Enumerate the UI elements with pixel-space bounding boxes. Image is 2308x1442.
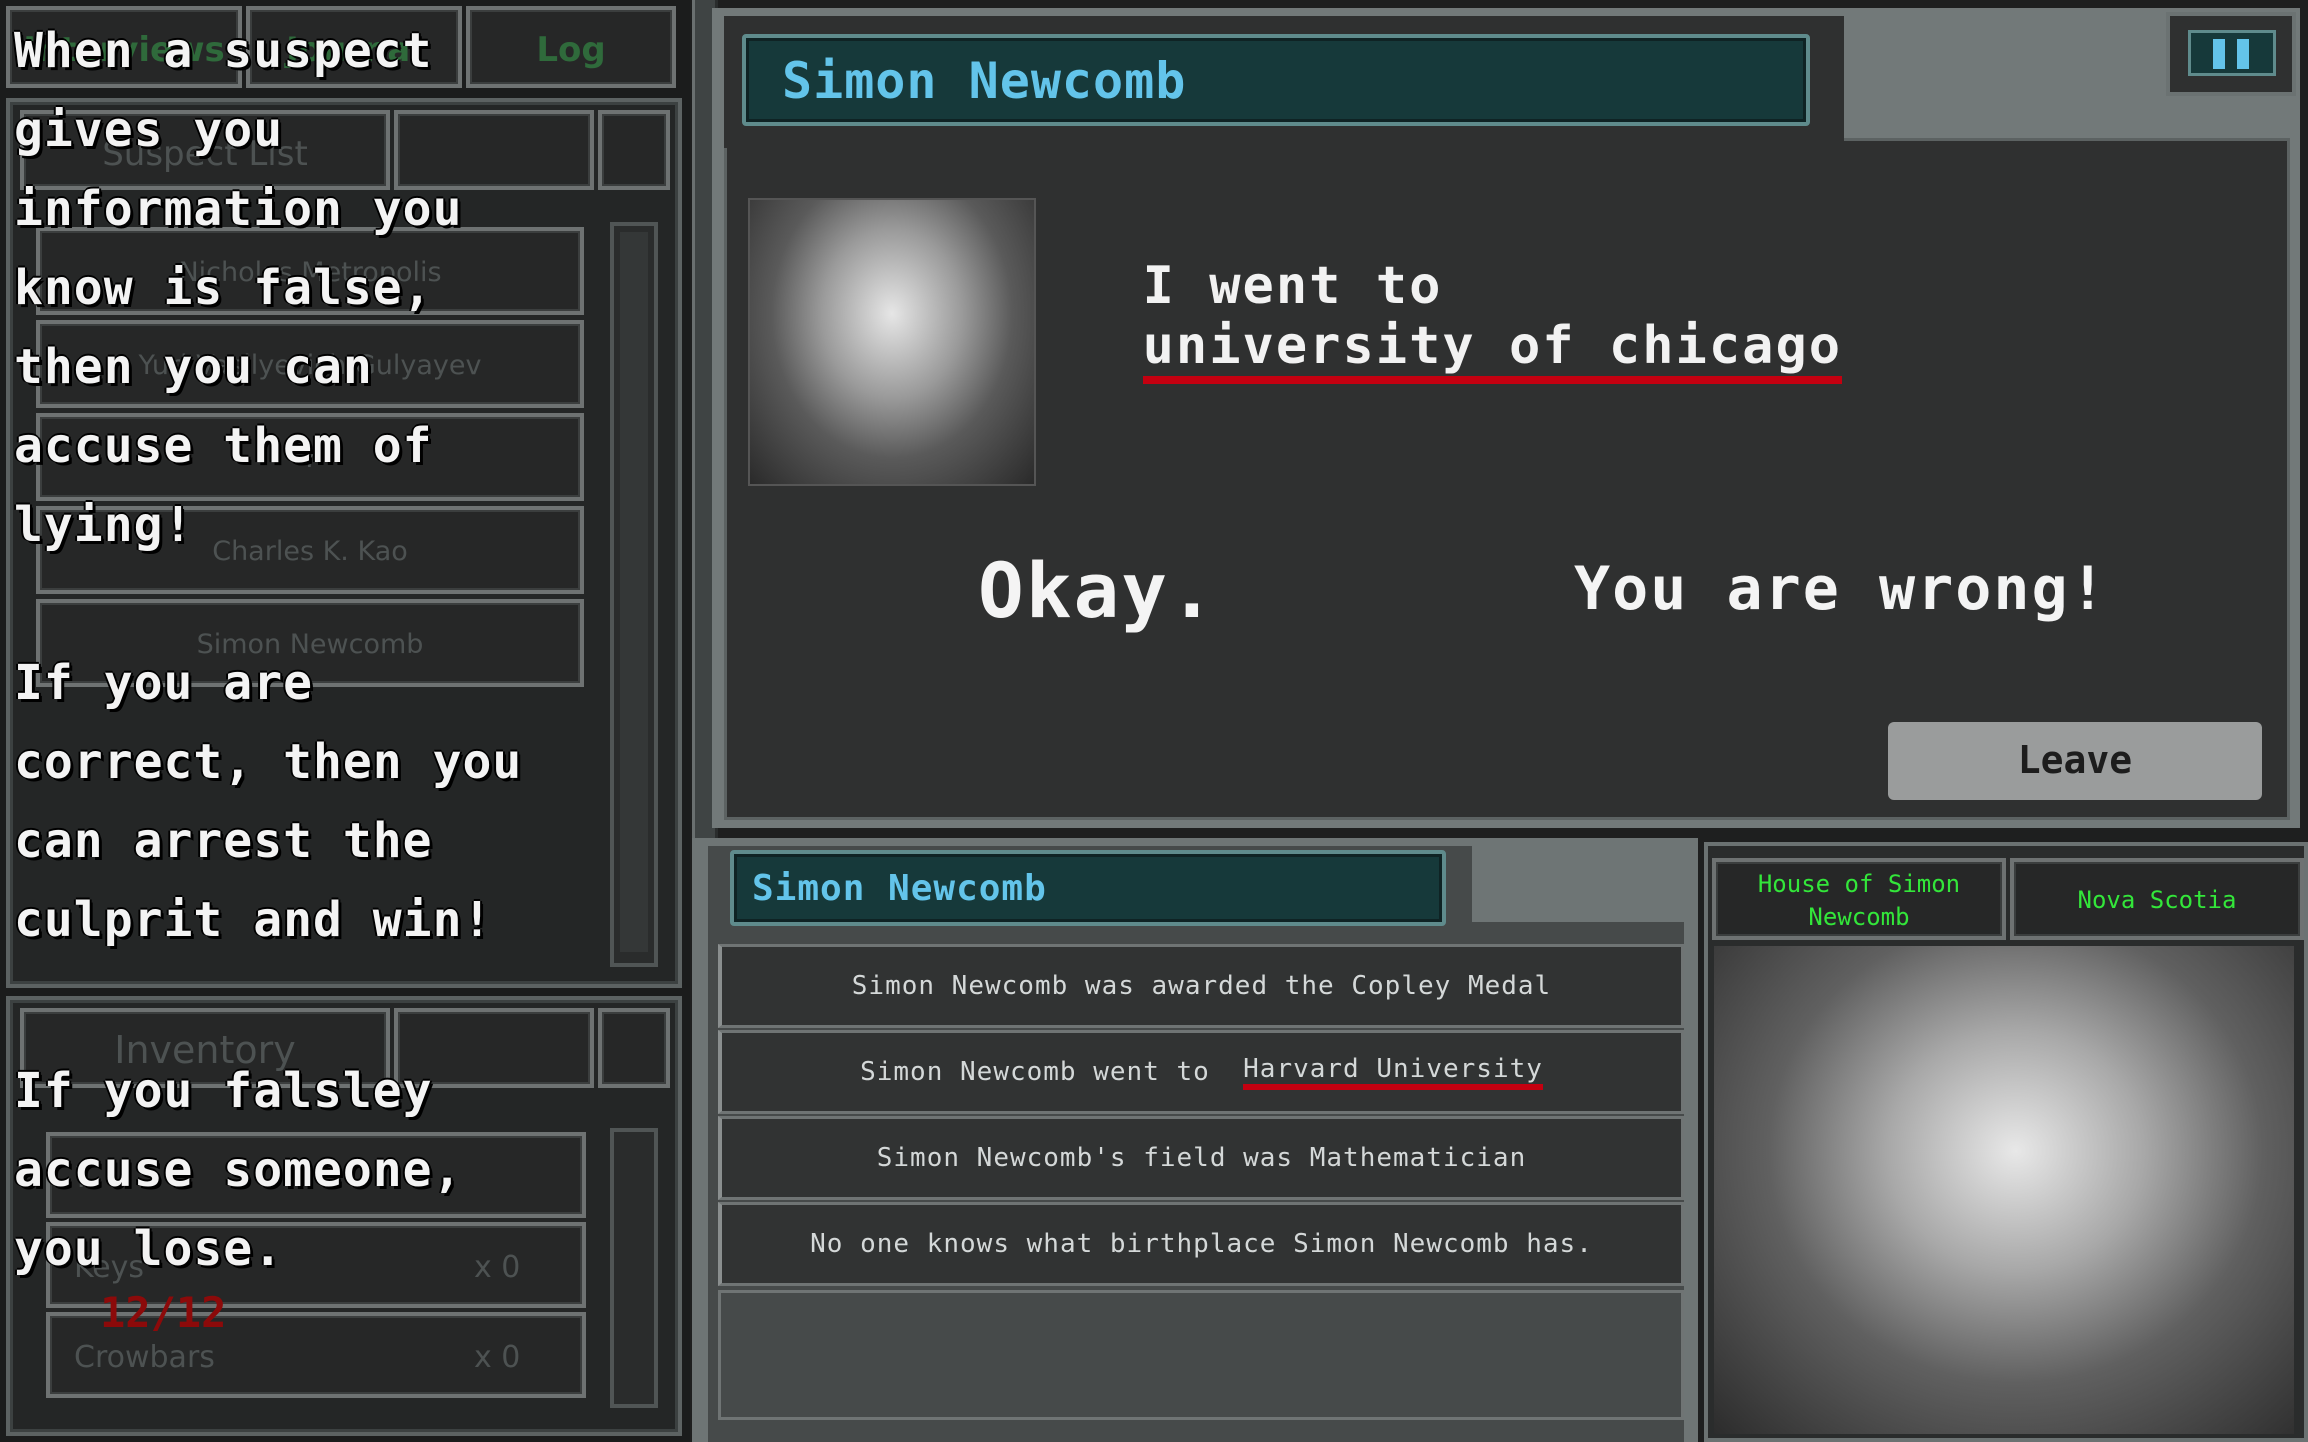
tutorial-line: information you (14, 181, 463, 237)
tutorial-line: accuse them of (14, 418, 433, 474)
speaker-portrait (748, 198, 1036, 486)
location-portrait (1714, 946, 2294, 1434)
tutorial-line: lying! (14, 497, 194, 553)
clue-item[interactable]: Simon Newcomb was awarded the Copley Med… (718, 944, 1684, 1028)
tutorial-line: If you are (14, 655, 313, 711)
clue-item[interactable]: No one knows what birthplace Simon Newco… (718, 1202, 1684, 1286)
clue-list-empty (718, 1290, 1684, 1420)
tutorial-line: then you can (14, 339, 373, 395)
statement-text: I went to university of chicago (1076, 196, 1843, 384)
speaker-name-plate: Simon Newcomb (742, 34, 1810, 126)
statement-prefix: I went to (1142, 256, 1443, 316)
tutorial-line: If you falsley (14, 1063, 433, 1119)
pause-icon (2188, 30, 2276, 76)
you-are-wrong-option[interactable]: You are wrong! (1574, 554, 2108, 624)
tutorial-line: know is false, (14, 260, 433, 316)
location-region[interactable]: Nova Scotia (2010, 858, 2304, 940)
clue-item[interactable]: Simon Newcomb's field was Mathematician (718, 1116, 1684, 1200)
tutorial-line: culprit and win! (14, 892, 493, 948)
statement-highlight[interactable]: university of chicago (1142, 316, 1843, 384)
location-house[interactable]: House of Simon Newcomb (1712, 858, 2006, 940)
okay-option[interactable]: Okay. (978, 546, 1217, 635)
tutorial-line: correct, then you (14, 734, 523, 790)
tutorial-line: accuse someone, (14, 1142, 463, 1198)
profile-name-plate: Simon Newcomb (730, 850, 1446, 926)
leave-button[interactable]: Leave (1888, 722, 2262, 800)
pause-button[interactable] (2166, 12, 2296, 96)
tutorial-line: you lose. (14, 1221, 284, 1277)
tutorial-overlay: When a suspect gives you information you… (14, 12, 674, 1277)
tutorial-line: When a suspect (14, 23, 433, 79)
tutorial-line: can arrest the (14, 813, 433, 869)
counter: 12/12 (100, 1288, 227, 1337)
clue-item[interactable]: Simon Newcomb went to Harvard University (718, 1030, 1684, 1114)
clue-highlight[interactable]: Harvard University (1243, 1054, 1543, 1090)
tutorial-line: gives you (14, 102, 284, 158)
